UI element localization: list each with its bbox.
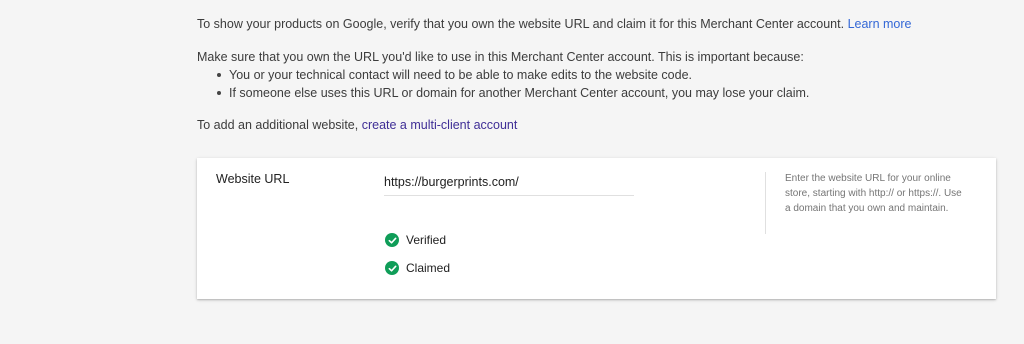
- help-text: Enter the website URL for your online st…: [785, 173, 962, 214]
- help-divider: [765, 172, 766, 234]
- list-item: You or your technical contact will need …: [197, 66, 809, 84]
- check-circle-icon: [385, 261, 399, 275]
- reasons-list: You or your technical contact will need …: [197, 66, 809, 102]
- ownership-paragraph: Make sure that you own the URL you'd lik…: [197, 50, 804, 64]
- multi-client-account-link[interactable]: create a multi-client account: [362, 118, 518, 132]
- learn-more-link[interactable]: Learn more: [848, 17, 912, 31]
- list-item: If someone else uses this URL or domain …: [197, 84, 809, 102]
- intro-text: To show your products on Google, verify …: [197, 17, 845, 31]
- website-url-label: Website URL: [216, 172, 290, 186]
- additional-website-paragraph: To add an additional website, create a m…: [197, 116, 517, 134]
- check-circle-icon: [385, 233, 399, 247]
- verified-label: Verified: [406, 233, 447, 247]
- additional-website-text: To add an additional website,: [197, 118, 359, 132]
- website-url-field: [384, 170, 634, 196]
- website-url-input[interactable]: [384, 170, 634, 194]
- website-url-card: Website URL Verified Claimed Enter the w…: [197, 158, 996, 299]
- verified-status: Verified: [385, 233, 446, 247]
- intro-paragraph: To show your products on Google, verify …: [197, 15, 912, 33]
- merchant-center-website-page: To show your products on Google, verify …: [0, 0, 1024, 344]
- claimed-status: Claimed: [385, 261, 450, 275]
- claimed-label: Claimed: [406, 261, 451, 275]
